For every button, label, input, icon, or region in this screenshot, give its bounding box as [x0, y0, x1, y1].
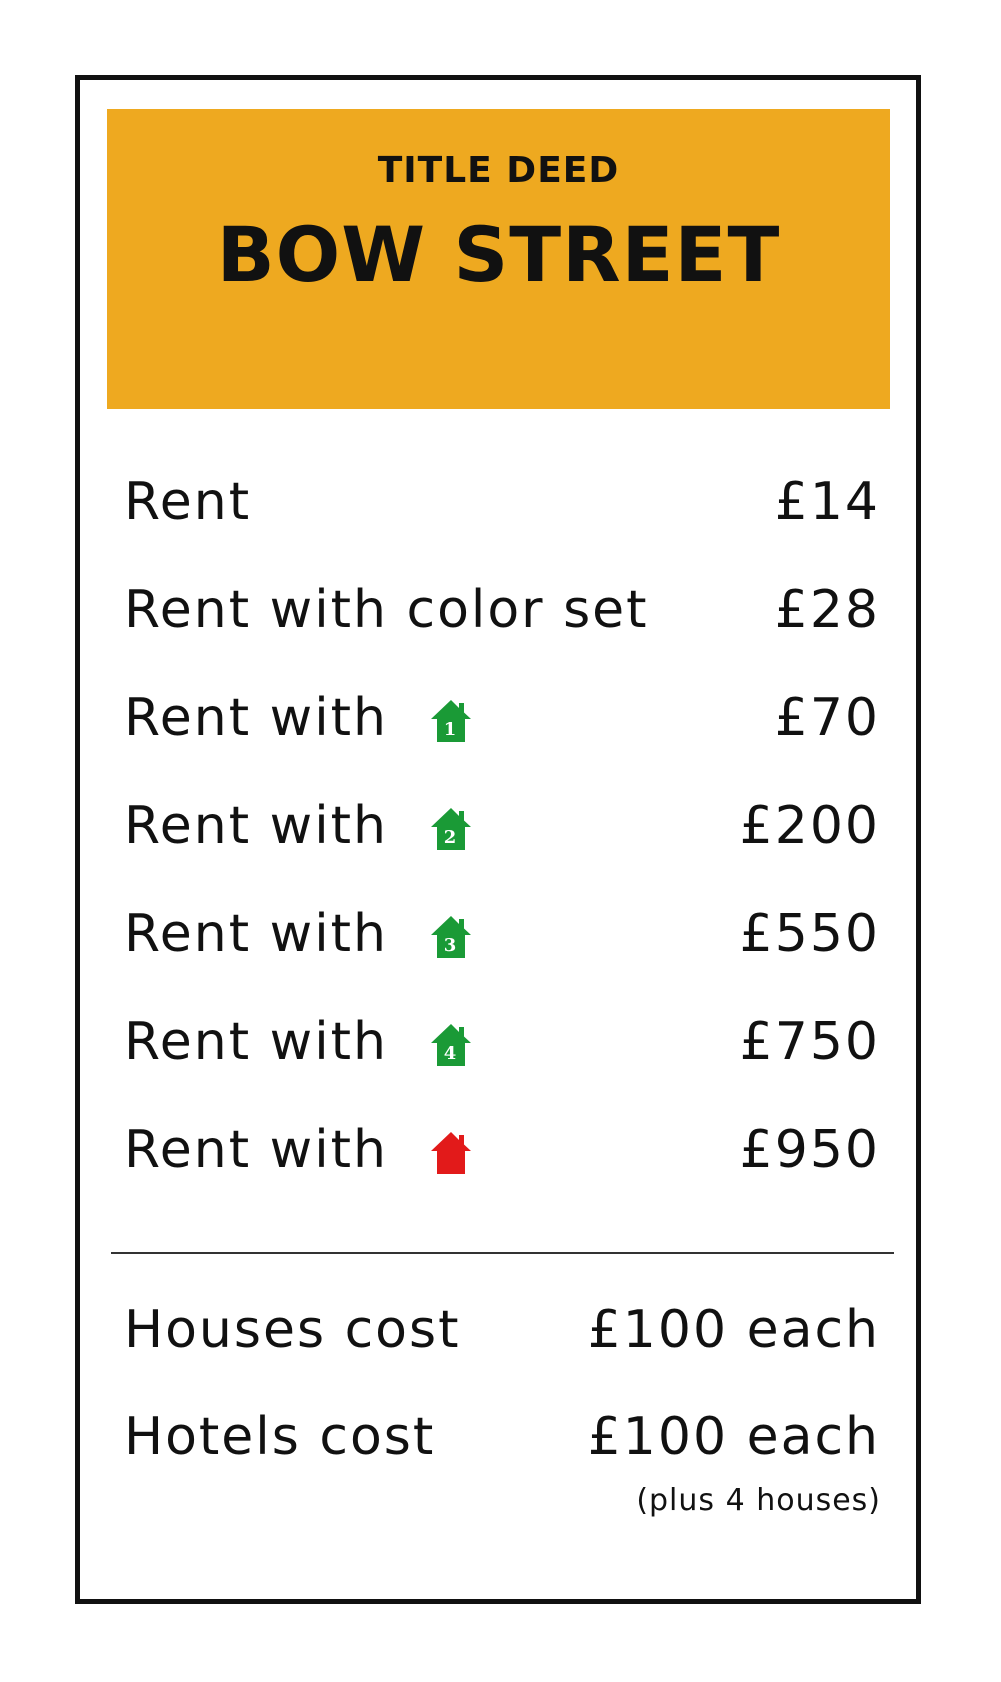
deed-label: TITLE DEED: [377, 150, 620, 191]
rent-row-2-houses: Rent with 2 £200: [124, 786, 880, 866]
hotels-cost-label: Hotels cost: [124, 1407, 436, 1467]
rent-row-hotel: Rent with £950: [124, 1110, 880, 1190]
house-icon: 4: [427, 1021, 475, 1069]
houses-cost-row: Houses cost £100 each: [124, 1290, 880, 1370]
rent-row-4-houses: Rent with 4 £750: [124, 1002, 880, 1082]
house-count: 3: [444, 935, 459, 956]
hotel-icon: [427, 1129, 475, 1177]
rent-value: £70: [774, 688, 880, 748]
house-icon: 3: [427, 913, 475, 961]
rent-label: Rent with: [124, 1012, 388, 1072]
rent-value: £200: [739, 796, 880, 856]
property-name: BOW STREET: [216, 210, 781, 299]
hotels-cost-value: £100 each: [587, 1407, 880, 1467]
rent-value: £14: [774, 472, 880, 532]
deed-header: TITLE DEED BOW STREET: [107, 109, 890, 409]
rent-label: Rent with: [124, 1120, 388, 1180]
house-count: 1: [444, 719, 459, 740]
rent-label: Rent: [124, 472, 252, 532]
rent-label: Rent with color set: [124, 580, 649, 640]
house-icon: 2: [427, 805, 475, 853]
section-divider: [111, 1252, 894, 1254]
house-count: 4: [444, 1043, 459, 1064]
rent-row-3-houses: Rent with 3 £550: [124, 894, 880, 974]
rent-value: £950: [739, 1120, 880, 1180]
rent-row-color-set: Rent with color set £28: [124, 570, 880, 650]
rent-label: Rent with: [124, 688, 388, 748]
house-icon: 1: [427, 697, 475, 745]
rent-value: £750: [739, 1012, 880, 1072]
hotels-cost-note: (plus 4 houses): [636, 1483, 881, 1518]
house-count: 2: [444, 827, 459, 848]
rent-label: Rent with: [124, 796, 388, 856]
rent-label: Rent with: [124, 904, 388, 964]
rent-value: £550: [739, 904, 880, 964]
rent-row-1-house: Rent with 1 £70: [124, 678, 880, 758]
hotels-cost-row: Hotels cost £100 each: [124, 1397, 880, 1477]
rent-value: £28: [774, 580, 880, 640]
houses-cost-label: Houses cost: [124, 1300, 461, 1360]
houses-cost-value: £100 each: [587, 1300, 880, 1360]
rent-row-base: Rent £14: [124, 462, 880, 542]
